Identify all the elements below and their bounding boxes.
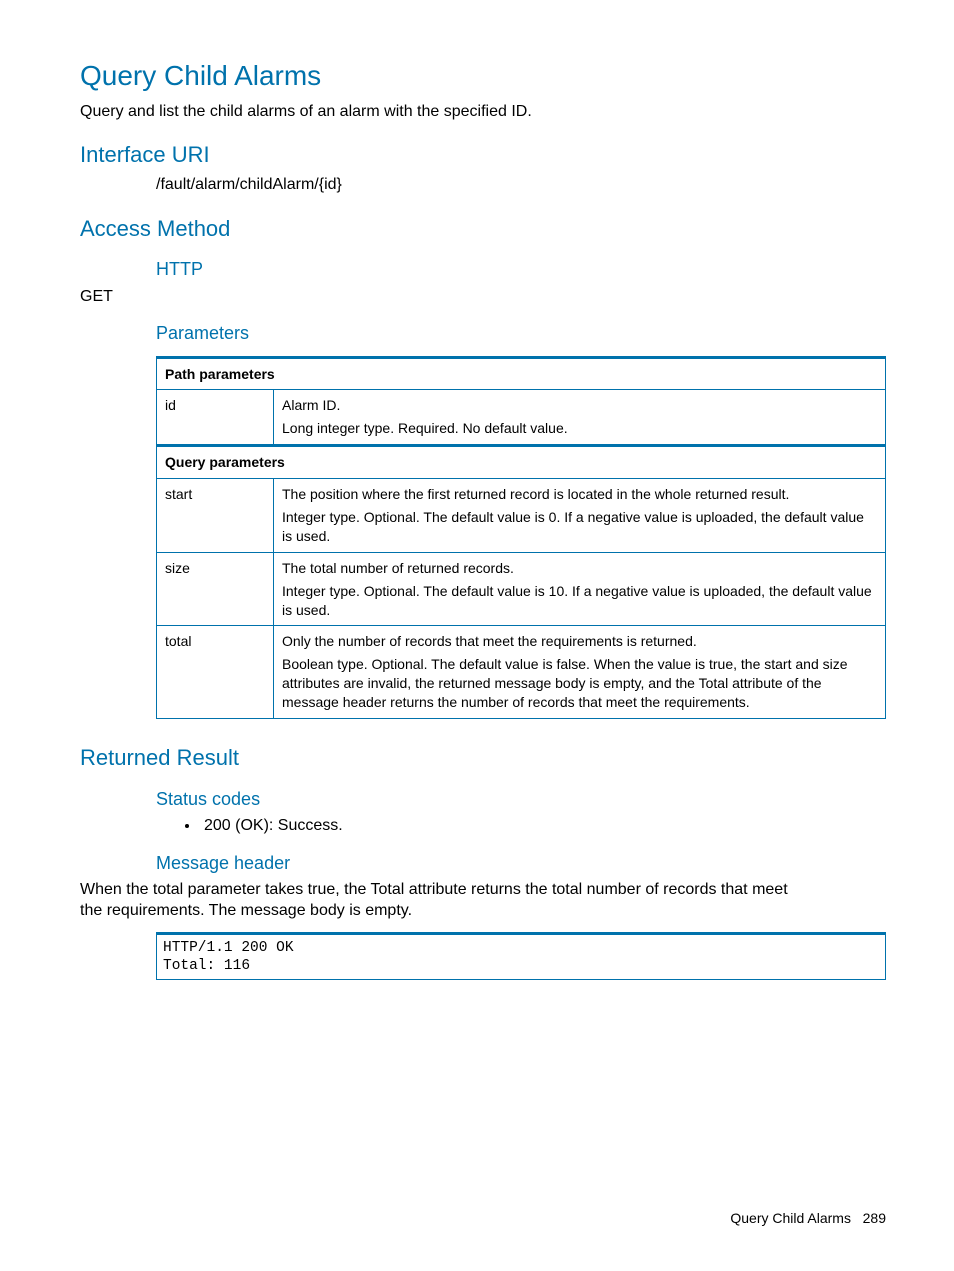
table-row: Path parameters: [157, 357, 886, 390]
param-desc: The total number of returned records. In…: [274, 552, 886, 626]
param-desc-line: Integer type. Optional. The default valu…: [282, 508, 877, 546]
http-value: GET: [80, 286, 886, 308]
interface-uri-heading: Interface URI: [80, 140, 886, 170]
param-name: start: [157, 479, 274, 553]
parameters-heading: Parameters: [156, 321, 886, 345]
param-desc: Only the number of records that meet the…: [274, 626, 886, 719]
table-row: start The position where the first retur…: [157, 479, 886, 553]
page: Query Child Alarms Query and list the ch…: [0, 0, 954, 1271]
param-desc-line: Boolean type. Optional. The default valu…: [282, 655, 877, 712]
interface-uri-value: /fault/alarm/childAlarm/{id}: [156, 174, 886, 196]
page-footer: Query Child Alarms 289: [730, 1209, 886, 1228]
param-desc: The position where the first returned re…: [274, 479, 886, 553]
http-heading: HTTP: [156, 257, 886, 281]
message-header-text: When the total parameter takes true, the…: [80, 879, 810, 922]
param-desc-line: Integer type. Optional. The default valu…: [282, 582, 877, 620]
page-title: Query Child Alarms: [80, 57, 886, 95]
param-desc-line: Long integer type. Required. No default …: [282, 419, 877, 438]
code-block: HTTP/1.1 200 OK Total: 116: [156, 932, 886, 980]
param-desc-line: The position where the first returned re…: [282, 485, 877, 504]
param-name: size: [157, 552, 274, 626]
footer-page-number: 289: [863, 1210, 886, 1226]
status-codes-heading: Status codes: [156, 787, 886, 811]
access-method-heading: Access Method: [80, 214, 886, 244]
param-desc-line: Only the number of records that meet the…: [282, 632, 877, 651]
table-row: id Alarm ID. Long integer type. Required…: [157, 390, 886, 446]
list-item: 200 (OK): Success.: [200, 815, 886, 837]
param-desc-line: Alarm ID.: [282, 396, 877, 415]
footer-title: Query Child Alarms: [730, 1210, 851, 1226]
query-parameters-header: Query parameters: [157, 446, 886, 479]
message-header-heading: Message header: [156, 851, 886, 875]
table-row: size The total number of returned record…: [157, 552, 886, 626]
table-row: total Only the number of records that me…: [157, 626, 886, 719]
table-row: Query parameters: [157, 446, 886, 479]
param-name: total: [157, 626, 274, 719]
param-desc-line: The total number of returned records.: [282, 559, 877, 578]
param-name: id: [157, 390, 274, 446]
returned-result-heading: Returned Result: [80, 743, 886, 773]
intro-text: Query and list the child alarms of an al…: [80, 101, 886, 123]
param-desc: Alarm ID. Long integer type. Required. N…: [274, 390, 886, 446]
parameters-table: Path parameters id Alarm ID. Long intege…: [156, 356, 886, 719]
path-parameters-header: Path parameters: [157, 357, 886, 390]
status-codes-list: 200 (OK): Success.: [156, 815, 886, 837]
